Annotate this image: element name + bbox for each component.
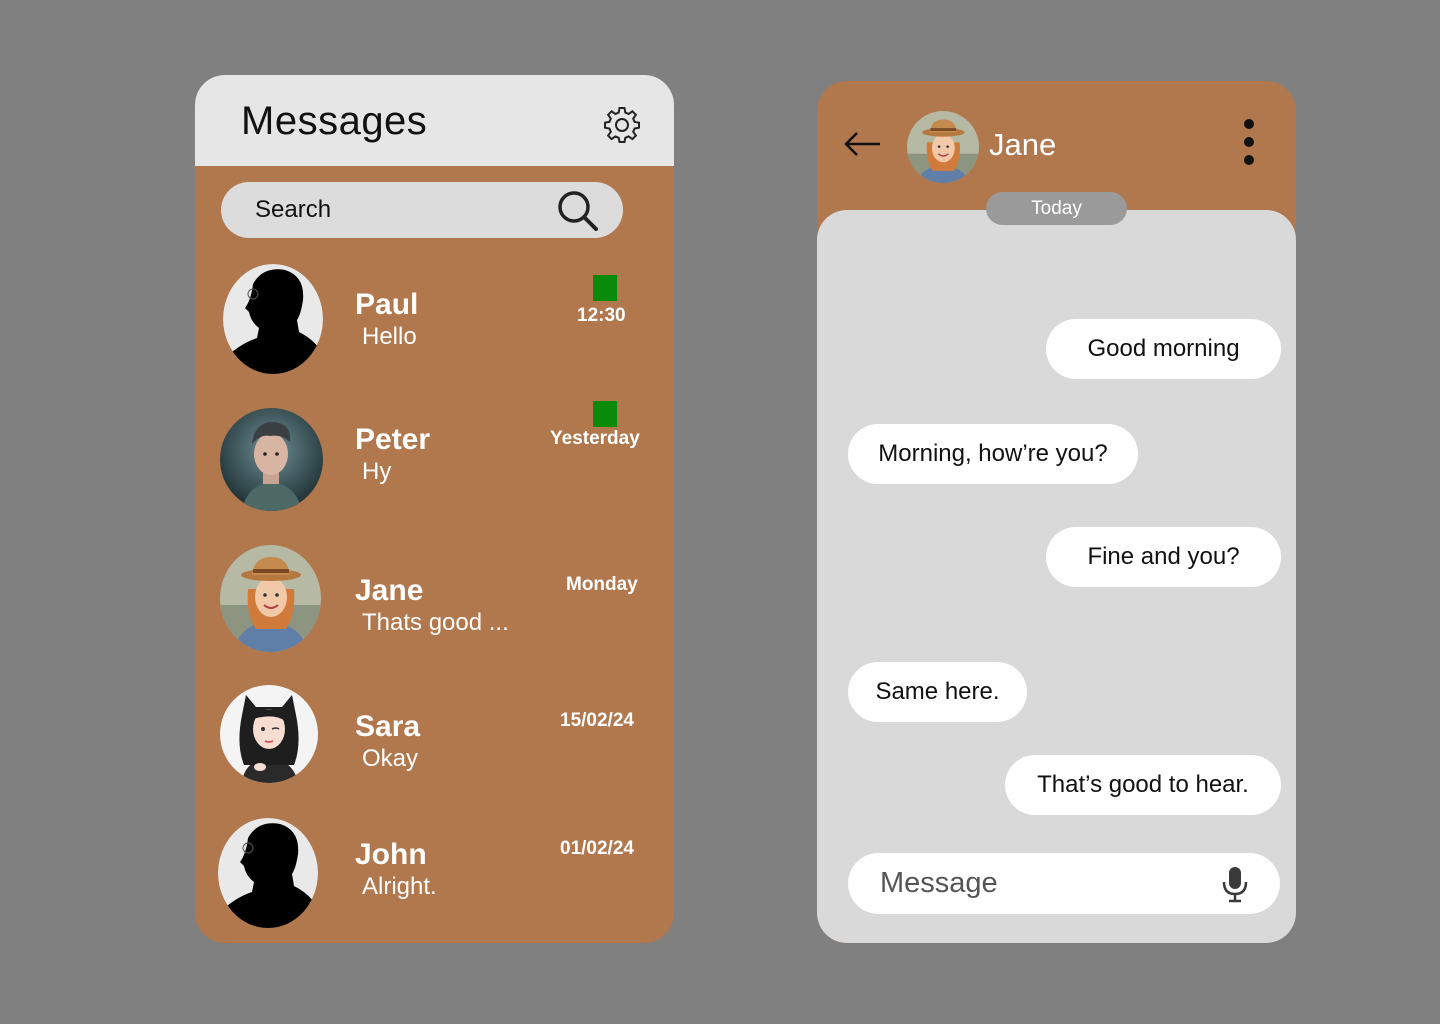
message-bubble-outgoing: Fine and you?: [1046, 527, 1281, 587]
message-preview: Hello: [362, 323, 417, 350]
contact-name: John: [355, 838, 427, 871]
message-bubble-incoming: Same here.: [848, 662, 1027, 722]
messages-list-panel: Messages Search Paul Hello 12:30 Peter H…: [195, 75, 674, 943]
chat-list-item-jane[interactable]: Jane Thats good ... Monday: [195, 542, 674, 662]
search-icon[interactable]: [555, 188, 601, 234]
contact-name: Jane: [355, 574, 424, 607]
microphone-icon[interactable]: [1220, 865, 1250, 903]
message-input[interactable]: [880, 865, 1200, 901]
avatar: [220, 685, 318, 783]
message-preview: Thats good ...: [362, 609, 509, 636]
message-preview: Hy: [362, 458, 392, 485]
search-input[interactable]: Search: [255, 196, 331, 224]
message-time: 12:30: [577, 305, 626, 326]
message-composer: [848, 853, 1280, 914]
contact-name: Jane: [989, 127, 1057, 162]
message-bubble-incoming: Morning, how’re you?: [848, 424, 1138, 484]
search-bar[interactable]: Search: [221, 182, 623, 238]
avatar: [220, 408, 323, 511]
page-title: Messages: [241, 99, 428, 143]
message-time: 15/02/24: [560, 710, 634, 731]
gear-icon[interactable]: [603, 105, 641, 143]
contact-name: Sara: [355, 710, 421, 743]
contact-name: Paul: [355, 288, 419, 321]
chat-list-item-john[interactable]: John Alright. 01/02/24: [195, 815, 674, 935]
more-options-icon[interactable]: [1235, 117, 1263, 173]
message-bubble-outgoing: Good morning: [1046, 319, 1281, 379]
message-time: Yesterday: [550, 428, 640, 449]
message-time: Monday: [566, 574, 638, 595]
chat-panel: Jane Today Good morning Morning, how’re …: [817, 81, 1296, 943]
chat-list-item-peter[interactable]: Peter Hy Yesterday: [195, 398, 674, 518]
message-preview: Alright.: [362, 873, 437, 900]
chat-list-item-paul[interactable]: Paul Hello 12:30: [195, 260, 674, 380]
unread-indicator: [593, 275, 617, 301]
unread-indicator: [593, 401, 617, 427]
avatar: [218, 818, 318, 928]
contact-avatar[interactable]: [907, 111, 979, 183]
back-arrow-icon[interactable]: [843, 129, 883, 159]
messages-header: Messages: [195, 75, 674, 166]
chat-list-item-sara[interactable]: Sara Okay 15/02/24: [195, 682, 674, 802]
message-preview: Okay: [362, 745, 419, 772]
date-separator: Today: [986, 192, 1127, 225]
avatar: [220, 545, 321, 652]
message-bubble-outgoing: That’s good to hear.: [1005, 755, 1281, 815]
contact-name: Peter: [355, 423, 431, 456]
avatar: [223, 264, 323, 374]
message-time: 01/02/24: [560, 838, 634, 859]
